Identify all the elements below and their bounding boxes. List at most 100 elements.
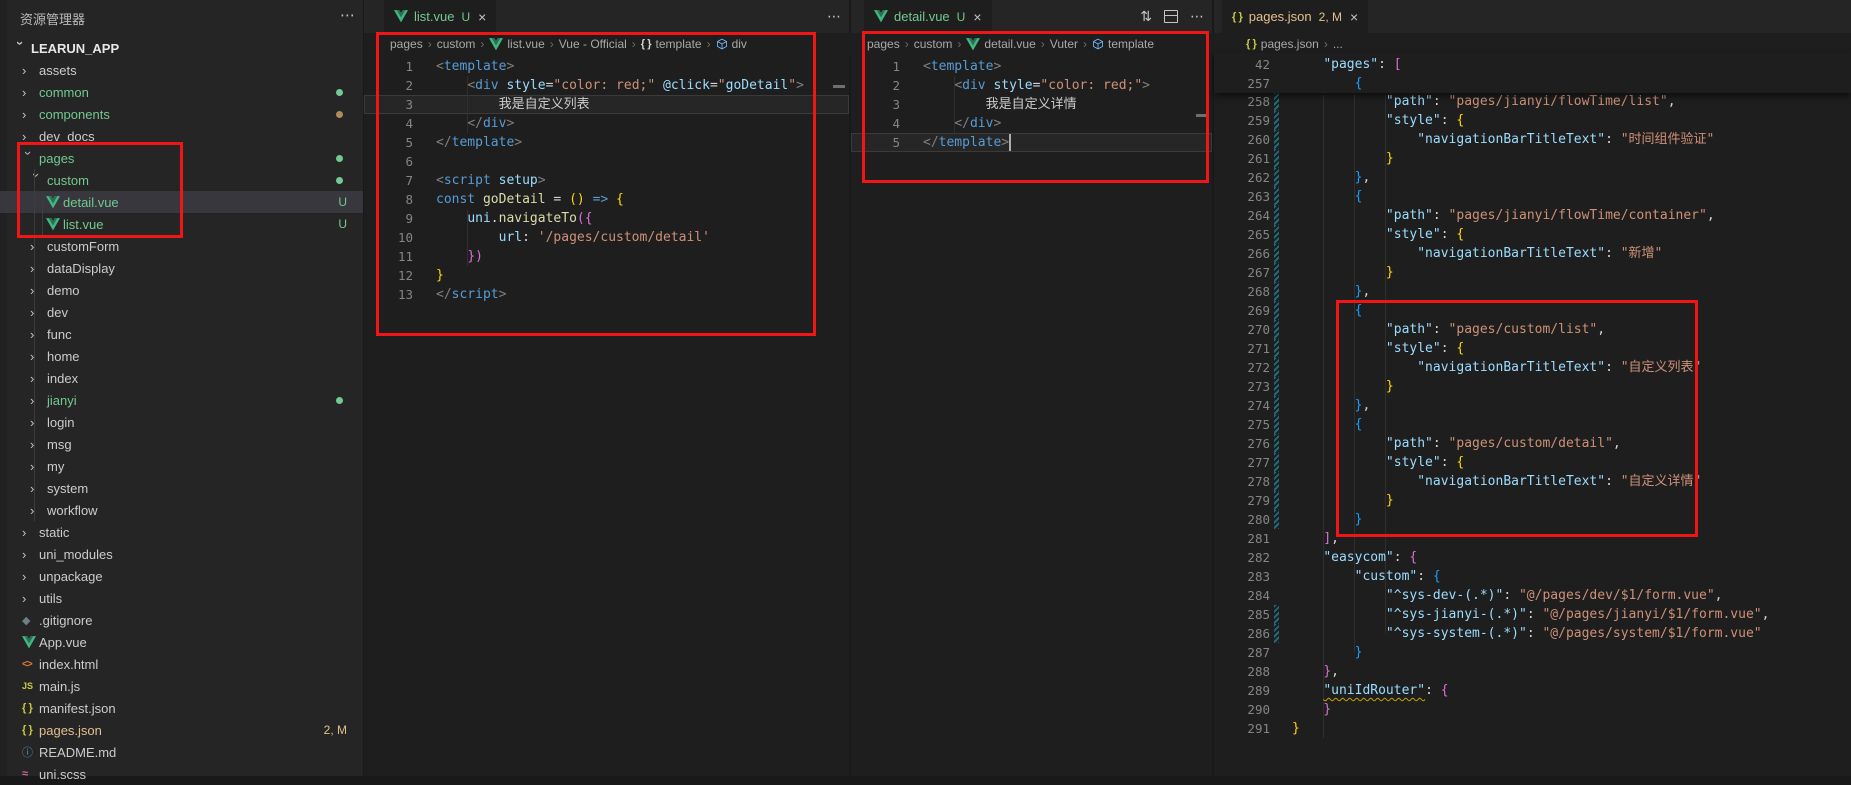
split-editor-icon[interactable] [1164,10,1178,23]
code-line-6[interactable]: 6 [364,152,849,171]
code-line-257[interactable]: 257 { [1214,74,1851,93]
code-line-268[interactable]: 268 }, [1214,282,1851,301]
tree-item-static[interactable]: ›static [0,521,363,543]
code-line-262[interactable]: 262 }, [1214,168,1851,187]
chevron-right-icon[interactable]: › [30,349,47,364]
chevron-right-icon[interactable]: › [22,85,39,100]
chevron-right-icon[interactable]: › [30,503,47,518]
breadcrumb-item[interactable]: custom [914,37,953,51]
tree-item-components[interactable]: ›components [0,103,363,125]
chevron-right-icon[interactable]: › [30,283,47,298]
code-line-269[interactable]: 269 { [1214,301,1851,320]
chevron-right-icon[interactable]: › [22,129,39,144]
code-line-2[interactable]: 2 <div style="color: red;"> [851,76,1212,95]
tree-item-system[interactable]: ›system [0,477,363,499]
code-line-282[interactable]: 282 "easycom": { [1214,548,1851,567]
tree-item-my[interactable]: ›my [0,455,363,477]
tree-item-uni_modules[interactable]: ›uni_modules [0,543,363,565]
code-line-263[interactable]: 263 { [1214,187,1851,206]
chevron-right-icon[interactable]: › [22,107,39,122]
code-line-275[interactable]: 275 { [1214,415,1851,434]
code-editor[interactable]: 1<template>2 <div style="color: red;">3 … [851,57,1212,152]
code-line-4[interactable]: 4 </div> [364,114,849,133]
code-line-273[interactable]: 273 } [1214,377,1851,396]
code-line-271[interactable]: 271 "style": { [1214,339,1851,358]
code-line-7[interactable]: 7<script setup> [364,171,849,190]
code-line-42[interactable]: 42 "pages": [ [1214,55,1851,74]
chevron-down-icon[interactable]: › [21,151,36,168]
chevron-right-icon[interactable]: › [30,327,47,342]
breadcrumb-item[interactable]: { }pages.json [1246,37,1319,51]
more-actions-icon[interactable]: ⋯ [1190,8,1204,25]
tree-item-.gitignore[interactable]: ◆.gitignore [0,609,363,631]
breadcrumb-item[interactable]: list.vue [489,37,544,51]
code-line-278[interactable]: 278 "navigationBarTitleText": "自定义详情" [1214,472,1851,491]
code-line-12[interactable]: 12} [364,266,849,285]
breadcrumb-item[interactable]: pages [390,37,423,51]
chevron-down-icon[interactable]: › [13,41,28,58]
tree-item-pages[interactable]: ›pages [0,147,363,169]
code-line-287[interactable]: 287 } [1214,643,1851,662]
tree-item-LEARUN_APP[interactable]: ›LEARUN_APP [0,37,363,59]
breadcrumb-item[interactable]: { }template [641,37,702,51]
tree-item-common[interactable]: ›common [0,81,363,103]
code-line-260[interactable]: 260 "navigationBarTitleText": "时间组件验证" [1214,130,1851,149]
tree-item-App.vue[interactable]: App.vue [0,631,363,653]
tree-item-index.html[interactable]: <>index.html [0,653,363,675]
tree-item-assets[interactable]: ›assets [0,59,363,81]
code-line-281[interactable]: 281 ], [1214,529,1851,548]
tab-pages-json[interactable]: { } pages.json 2, M × [1222,0,1368,33]
code-line-9[interactable]: 9 uni.navigateTo({ [364,209,849,228]
chevron-down-icon[interactable]: › [29,173,44,190]
code-line-276[interactable]: 276 "path": "pages/custom/detail", [1214,434,1851,453]
tree-item-detail.vue[interactable]: detail.vueU [0,191,363,213]
code-line-277[interactable]: 277 "style": { [1214,453,1851,472]
tree-item-uni.scss[interactable]: ≈uni.scss [0,763,363,785]
chevron-right-icon[interactable]: › [30,305,47,320]
tree-item-login[interactable]: ›login [0,411,363,433]
code-line-291[interactable]: 291} [1214,719,1851,738]
code-editor[interactable]: 258 "path": "pages/jianyi/flowTime/list"… [1214,92,1851,738]
tree-item-manifest.json[interactable]: { }manifest.json [0,697,363,719]
tree-item-custom[interactable]: ›custom [0,169,363,191]
code-line-288[interactable]: 288 }, [1214,662,1851,681]
code-line-284[interactable]: 284 "^sys-dev-(.*)": "@/pages/dev/$1/for… [1214,586,1851,605]
code-line-279[interactable]: 279 } [1214,491,1851,510]
code-line-286[interactable]: 286 "^sys-system-(.*)": "@/pages/system/… [1214,624,1851,643]
code-line-11[interactable]: 11 }) [364,247,849,266]
tree-item-index[interactable]: ›index [0,367,363,389]
code-line-283[interactable]: 283 "custom": { [1214,567,1851,586]
code-line-1[interactable]: 1<template> [364,57,849,76]
tree-item-dataDisplay[interactable]: ›dataDisplay [0,257,363,279]
breadcrumb-item[interactable]: ... [1333,37,1343,51]
chevron-right-icon[interactable]: › [30,415,47,430]
close-icon[interactable]: × [478,9,486,25]
chevron-right-icon[interactable]: › [22,547,39,562]
chevron-right-icon[interactable]: › [30,239,47,254]
tree-item-main.js[interactable]: JSmain.js [0,675,363,697]
tree-item-list.vue[interactable]: list.vueU [0,213,363,235]
breadcrumb-item[interactable]: detail.vue [966,37,1035,51]
tree-item-unpackage[interactable]: ›unpackage [0,565,363,587]
breadcrumb-item[interactable]: template [1092,37,1154,51]
close-icon[interactable]: × [973,9,981,25]
tree-item-dev[interactable]: ›dev [0,301,363,323]
sticky-scroll[interactable]: 42 "pages": [257 { [1214,53,1851,93]
open-changes-icon[interactable]: ⇅ [1140,8,1152,25]
code-line-261[interactable]: 261 } [1214,149,1851,168]
tab-detail-vue[interactable]: detail.vue U × [864,0,992,33]
breadcrumb-item[interactable]: Vue - Official [559,37,627,51]
tree-item-msg[interactable]: ›msg [0,433,363,455]
chevron-right-icon[interactable]: › [22,63,39,78]
close-icon[interactable]: × [1350,9,1358,25]
breadcrumb-item[interactable]: div [716,37,747,51]
explorer-more-icon[interactable]: ⋯ [340,6,355,24]
code-line-289[interactable]: 289 "uniIdRouter": { [1214,681,1851,700]
tree-item-jianyi[interactable]: ›jianyi [0,389,363,411]
code-line-266[interactable]: 266 "navigationBarTitleText": "新增" [1214,244,1851,263]
tab-list-vue[interactable]: list.vue U × [384,0,496,33]
chevron-right-icon[interactable]: › [30,459,47,474]
code-line-258[interactable]: 258 "path": "pages/jianyi/flowTime/list"… [1214,92,1851,111]
code-line-267[interactable]: 267 } [1214,263,1851,282]
tree-item-pages.json[interactable]: { }pages.json2, M [0,719,363,741]
